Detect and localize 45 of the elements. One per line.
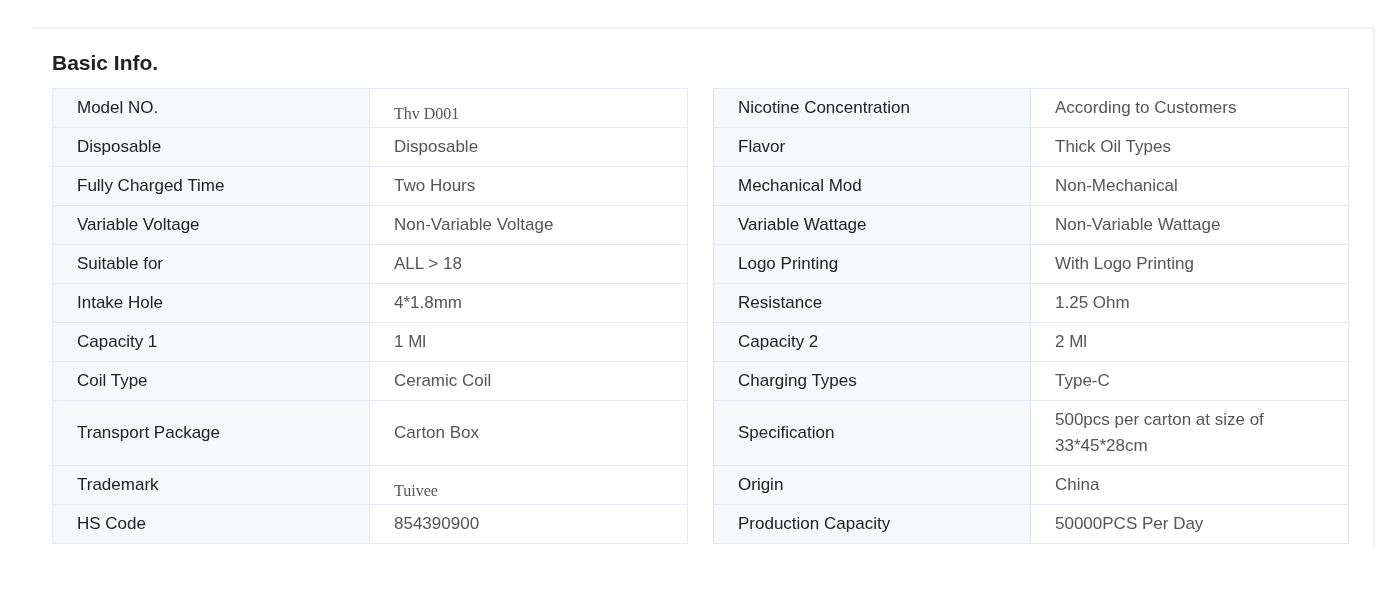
spec-value: Thick Oil Types <box>1031 128 1349 167</box>
spec-value: Disposable <box>370 128 688 167</box>
spec-label: Trademark <box>52 466 370 505</box>
spec-label: Intake Hole <box>52 284 370 323</box>
spec-value: Non-Mechanical <box>1031 167 1349 206</box>
spec-label: Mechanical Mod <box>713 167 1031 206</box>
spec-value: 2 Ml <box>1031 323 1349 362</box>
spec-label: Specification <box>713 401 1031 466</box>
spec-value: 500pcs per carton at size of 33*45*28cm <box>1031 401 1349 466</box>
spec-label: Flavor <box>713 128 1031 167</box>
spec-label: Model NO. <box>52 88 370 128</box>
spec-value: 4*1.8mm <box>370 284 688 323</box>
spec-value: With Logo Printing <box>1031 245 1349 284</box>
spec-label: Variable Wattage <box>713 206 1031 245</box>
spec-value: 854390900 <box>370 505 688 544</box>
spec-label: Production Capacity <box>713 505 1031 544</box>
spec-label: Resistance <box>713 284 1031 323</box>
spec-label: Capacity 2 <box>713 323 1031 362</box>
spec-label: Logo Printing <box>713 245 1031 284</box>
spec-label: Variable Voltage <box>52 206 370 245</box>
spec-label: Fully Charged Time <box>52 167 370 206</box>
spec-label: Origin <box>713 466 1031 505</box>
spec-label: Suitable for <box>52 245 370 284</box>
section-title: Basic Info. <box>52 51 160 75</box>
spec-value: Thv D001 <box>370 88 688 128</box>
spec-label: Disposable <box>52 128 370 167</box>
spec-label: Nicotine Concentration <box>713 88 1031 128</box>
spec-value: According to Customers <box>1031 88 1349 128</box>
spec-value: Two Hours <box>370 167 688 206</box>
spec-value: Carton Box <box>370 401 688 466</box>
spec-value: ALL > 18 <box>370 245 688 284</box>
spec-value: 50000PCS Per Day <box>1031 505 1349 544</box>
spec-value: Type-C <box>1031 362 1349 401</box>
spec-value: 1.25 Ohm <box>1031 284 1349 323</box>
spec-value: Non-Variable Voltage <box>370 206 688 245</box>
spec-label: Capacity 1 <box>52 323 370 362</box>
spec-label: Charging Types <box>713 362 1031 401</box>
spec-label: Transport Package <box>52 401 370 466</box>
spec-value: Non-Variable Wattage <box>1031 206 1349 245</box>
spec-value: 1 Ml <box>370 323 688 362</box>
spec-value: Ceramic Coil <box>370 362 688 401</box>
spec-value: China <box>1031 466 1349 505</box>
spec-label: HS Code <box>52 505 370 544</box>
spec-label: Coil Type <box>52 362 370 401</box>
spec-value: Tuivee <box>370 466 688 505</box>
